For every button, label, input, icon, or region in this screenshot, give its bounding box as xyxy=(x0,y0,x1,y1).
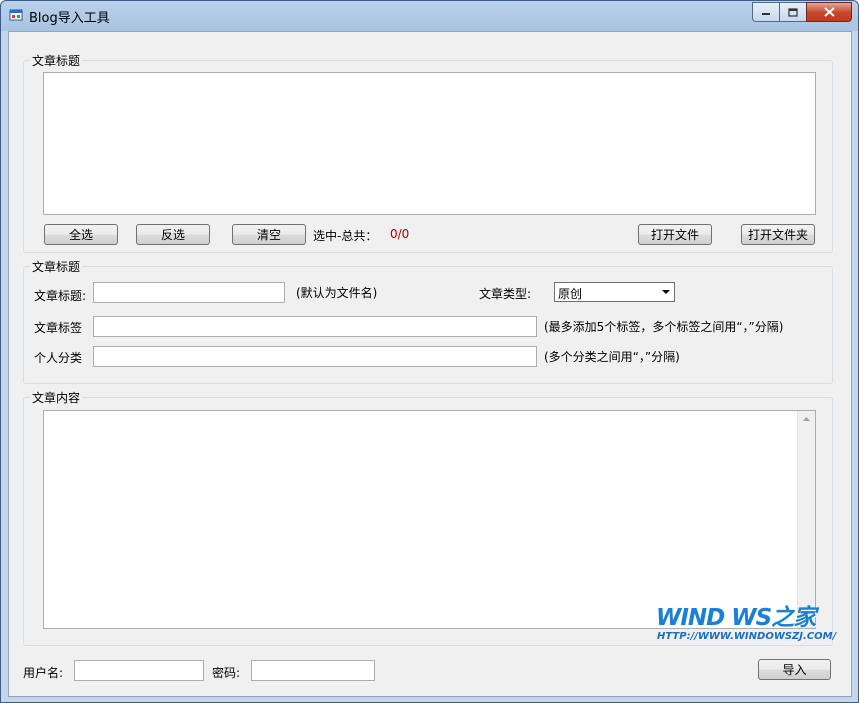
tags-input[interactable] xyxy=(93,316,537,337)
close-icon xyxy=(823,7,835,17)
maximize-button[interactable] xyxy=(779,2,806,22)
open-file-button[interactable]: 打开文件 xyxy=(638,224,712,245)
password-input[interactable] xyxy=(251,660,375,681)
article-type-value: 原创 xyxy=(558,287,583,301)
category-hint: (多个分类之间用“，”分隔) xyxy=(544,350,680,364)
caption-buttons xyxy=(752,2,852,22)
maximize-icon xyxy=(788,7,798,17)
title-hint: (默认为文件名) xyxy=(296,286,378,300)
select-all-button[interactable]: 全选 xyxy=(44,224,118,245)
tags-field-label: 文章标签 xyxy=(34,321,83,335)
watermark-logo: WIND WS之家 HTTP://WWW.WINDOWSZJ.COM/ xyxy=(656,598,856,648)
article-type-label: 文章类型: xyxy=(479,287,532,301)
close-button[interactable] xyxy=(806,2,852,22)
file-list-group-label: 文章标题 xyxy=(30,52,83,69)
content-scrollbar[interactable] xyxy=(797,411,815,628)
title-field-label: 文章标题: xyxy=(34,289,87,303)
minimize-button[interactable] xyxy=(752,2,779,22)
password-label: 密码: xyxy=(212,666,241,680)
minimize-icon xyxy=(762,13,770,15)
invert-selection-button[interactable]: 反选 xyxy=(136,224,210,245)
content-textarea[interactable] xyxy=(43,410,816,629)
scroll-up-arrow-icon[interactable] xyxy=(798,411,815,428)
tags-hint: (最多添加5个标签，多个标签之间用“，”分隔) xyxy=(544,320,784,334)
window-title: Blog导入工具 xyxy=(29,11,110,26)
app-icon xyxy=(9,9,23,21)
watermark-brand: WIND WS之家 xyxy=(656,605,816,631)
dropdown-arrow-icon xyxy=(657,283,674,301)
title-bar[interactable]: Blog导入工具 xyxy=(1,1,858,31)
app-window: Blog导入工具 文章标题 全选 反选 清空 选中-总共： 0/0 打开文件 打… xyxy=(0,0,859,703)
import-button[interactable]: 导入 xyxy=(758,659,831,680)
category-field-label: 个人分类 xyxy=(34,351,83,365)
watermark-url: HTTP://WWW.WINDOWSZJ.COM/ xyxy=(657,631,837,642)
article-content-group-label: 文章内容 xyxy=(30,389,83,406)
open-folder-button[interactable]: 打开文件夹 xyxy=(741,224,815,245)
clear-button[interactable]: 清空 xyxy=(232,224,306,245)
username-input[interactable] xyxy=(74,660,204,681)
file-list-box[interactable] xyxy=(43,72,816,215)
username-label: 用户名: xyxy=(23,666,64,680)
article-type-select[interactable]: 原创 xyxy=(554,282,675,302)
selection-count-value: 0/0 xyxy=(390,227,410,241)
title-input[interactable] xyxy=(93,282,285,303)
category-input[interactable] xyxy=(93,346,537,367)
article-meta-group-label: 文章标题 xyxy=(30,258,83,275)
selection-count-label: 选中-总共： xyxy=(313,229,378,243)
